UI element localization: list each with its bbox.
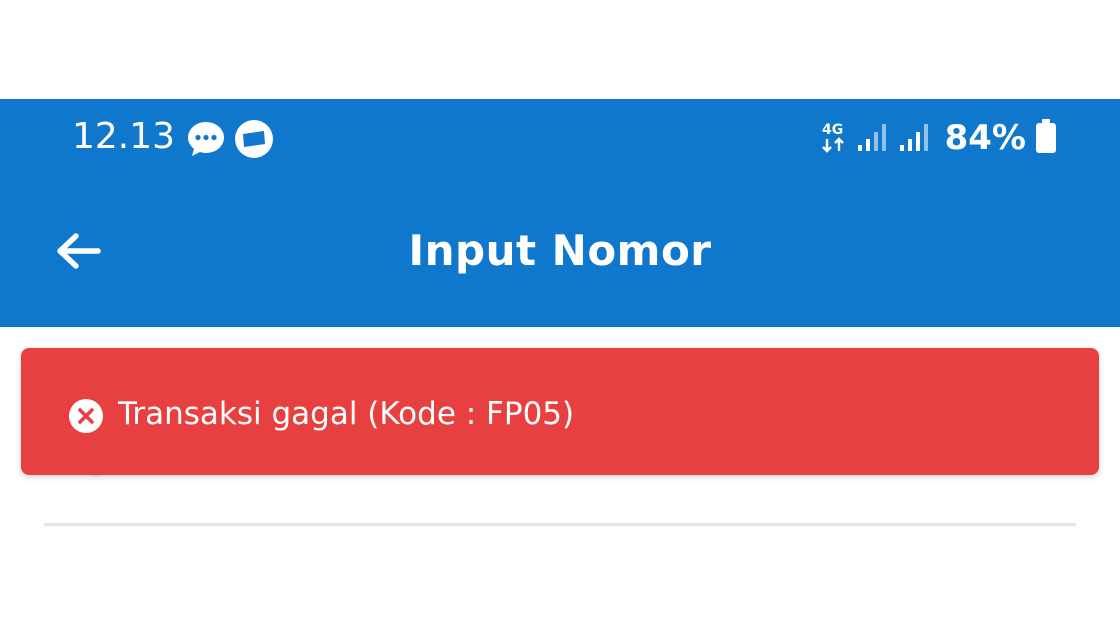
network-type: 4G [821, 122, 844, 138]
battery-icon [1034, 118, 1058, 158]
signal-icon [855, 119, 889, 157]
status-indicators: 4G 84% [819, 116, 1058, 160]
data-arrows-icon: 4G [819, 123, 847, 153]
snackbar-message: Transaksi gagal (Kode : FP05) [118, 396, 575, 432]
app-bar: 12.13 4G 84% Input Nomor [0, 99, 1120, 327]
status-bar: 12.13 4G 84% [0, 99, 1120, 179]
chat-bubble-icon [186, 119, 226, 159]
status-time: 12.13 [72, 116, 176, 157]
app-screen: 12.13 4G 84% Input Nomor Transaksi gagal… [0, 0, 1120, 630]
message-app-icon [234, 119, 274, 159]
input-divider [44, 523, 1076, 526]
signal-icon [897, 119, 931, 157]
battery-percent: 84% [944, 118, 1026, 158]
error-circle-icon [68, 398, 104, 434]
error-snackbar[interactable]: Transaksi gagal (Kode : FP05) [21, 348, 1099, 475]
page-title: Input Nomor [408, 226, 712, 275]
toolbar: Input Nomor [0, 199, 1120, 299]
